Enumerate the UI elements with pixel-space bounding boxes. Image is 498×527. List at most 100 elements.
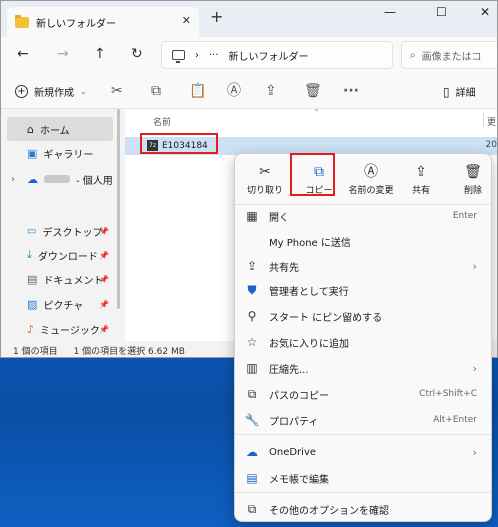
menu-item-show-more-options[interactable]: ⧉ その他のオプションを確認 — [243, 497, 483, 521]
menu-item-open[interactable]: ▦ 開く Enter — [243, 204, 483, 228]
action-label: 共有 — [411, 185, 430, 196]
gallery-icon: ▣ — [27, 146, 38, 160]
column-separator[interactable] — [483, 113, 484, 127]
pin-icon: ⚲ — [247, 309, 257, 323]
rename-icon: Ⓐ — [364, 163, 378, 180]
tab-current-folder[interactable]: 新しいフォルダー ✕ — [7, 7, 199, 37]
trash-icon: 🗑 — [464, 163, 482, 180]
menu-item-compress-to[interactable]: ▥ 圧縮先... › — [243, 356, 483, 380]
plus-circle-icon: + — [15, 85, 28, 98]
more-options-icon: ⧉ — [247, 502, 257, 516]
nav-item-label: ホーム — [39, 125, 70, 137]
back-arrow-icon[interactable]: ← — [17, 47, 29, 61]
tab-close-button[interactable]: ✕ — [182, 14, 191, 27]
onedrive-icon: ☁ — [246, 445, 258, 459]
nav-item-label: ギャラリー — [43, 149, 94, 161]
file-highlight-box — [140, 133, 218, 154]
status-item-count: 1 個の項目 — [13, 346, 58, 357]
shield-icon: ⛊ — [247, 283, 257, 297]
breadcrumb-more[interactable]: ··· — [209, 50, 219, 61]
pin-icon[interactable]: 📌 — [99, 251, 109, 260]
nav-item-label: ミュージック — [40, 325, 100, 337]
menu-item-send-to-phone[interactable]: My Phone に送信 — [243, 229, 483, 253]
nav-item-pictures[interactable]: ▨ ピクチャ 📌 — [7, 292, 113, 316]
nav-item-onedrive[interactable]: › ☁ - 個人用 — [7, 167, 113, 191]
menu-item-run-as-admin[interactable]: ⛊ 管理者として実行 — [243, 278, 483, 302]
share-icon[interactable]: ⇪ — [265, 83, 277, 99]
expand-chevron-icon[interactable]: › — [11, 174, 15, 185]
share-to-icon: ⇪ — [246, 259, 258, 273]
open-icon: ▦ — [246, 209, 258, 223]
menu-item-label: 圧縮先... — [269, 364, 309, 376]
action-rename-button[interactable]: Ⓐ 名前の変更 — [343, 158, 399, 202]
document-icon: ▤ — [27, 272, 38, 286]
menu-item-label: パスのコピー — [269, 390, 329, 402]
monitor-icon — [172, 50, 185, 63]
up-arrow-icon[interactable]: ↑ — [94, 47, 106, 61]
pin-icon[interactable]: 📌 — [99, 227, 109, 236]
column-header-date[interactable]: 更 — [487, 115, 496, 128]
breadcrumb-chevron-icon[interactable]: › — [195, 50, 199, 61]
navigation-scrollbar[interactable] — [117, 109, 120, 309]
breadcrumb-current-folder[interactable]: 新しいフォルダー — [229, 48, 309, 63]
copy-icon[interactable]: ⧉ — [151, 83, 161, 99]
nav-item-downloads[interactable]: ⤓ ダウンロード 📌 — [7, 243, 113, 267]
menu-item-onedrive[interactable]: ☁ OneDrive › — [243, 440, 483, 464]
new-button[interactable]: + 新規作成 ⌄ — [15, 84, 87, 99]
refresh-icon[interactable]: ↻ — [131, 47, 143, 61]
more-options-button[interactable]: ··· — [343, 83, 359, 99]
search-box[interactable]: ⌕ 画像またはコ — [401, 41, 497, 69]
nav-item-documents[interactable]: ▤ ドキュメント 📌 — [7, 267, 113, 291]
forward-arrow-icon[interactable]: → — [57, 47, 69, 61]
menu-item-edit-in-notepad[interactable]: ▤ メモ帳で編集 — [243, 466, 483, 490]
home-icon: ⌂ — [27, 122, 34, 136]
details-label: 詳細 — [455, 88, 476, 99]
trash-icon[interactable]: 🗑 — [304, 83, 322, 99]
blurred-account-name — [44, 175, 70, 183]
cut-icon[interactable]: ✂ — [111, 83, 123, 99]
details-button[interactable]: ▯ 詳細 — [443, 84, 476, 100]
download-icon: ⤓ — [27, 248, 32, 261]
search-icon: ⌕ — [410, 49, 416, 61]
menu-item-copy-path[interactable]: ⧉ パスのコピー Ctrl+Shift+C — [243, 382, 483, 406]
menu-item-shortcut: Ctrl+Shift+C — [419, 389, 477, 399]
close-button[interactable]: ✕ — [480, 5, 490, 19]
sort-chevron-icon: ⌃ — [313, 108, 320, 117]
new-tab-button[interactable]: + — [210, 9, 223, 25]
share-icon: ⇪ — [415, 163, 427, 180]
submenu-arrow-icon: › — [472, 445, 477, 459]
command-bar: + 新規作成 ⌄ ✂ ⧉ 📋 Ⓐ ⇪ 🗑 ··· ▯ 詳細 — [1, 75, 497, 109]
nav-item-home[interactable]: ⌂ ホーム — [7, 117, 113, 141]
action-delete-button[interactable]: 🗑 削除 — [447, 158, 498, 202]
nav-item-desktop[interactable]: ▭ デスクトップ 📌 — [7, 219, 113, 243]
path-copy-icon: ⧉ — [247, 387, 257, 401]
menu-item-shortcut: Enter — [452, 211, 477, 221]
nav-item-label: デスクトップ — [42, 227, 103, 239]
address-bar[interactable]: › ··· 新しいフォルダー — [161, 41, 393, 69]
context-menu: ✂ 切り取り ⧉ コピー Ⓐ 名前の変更 ⇪ 共有 🗑 削除 ▦ 開く Ente… — [234, 153, 492, 522]
menu-item-share-to[interactable]: ⇪ 共有先 › — [243, 254, 483, 278]
menu-item-properties[interactable]: 🔧 プロパティ Alt+Enter — [243, 408, 483, 432]
menu-item-pin-to-start[interactable]: ⚲ スタート にピン留めする — [243, 304, 483, 328]
menu-item-shortcut: Alt+Enter — [433, 415, 477, 425]
menu-item-label: メモ帳で編集 — [269, 474, 329, 486]
chevron-down-icon: ⌄ — [80, 87, 87, 96]
rename-icon[interactable]: Ⓐ — [227, 83, 241, 99]
pin-icon[interactable]: 📌 — [99, 325, 109, 334]
nav-item-gallery[interactable]: ▣ ギャラリー — [7, 141, 113, 165]
minimize-button[interactable]: — — [384, 5, 396, 19]
nav-item-music[interactable]: ♪ ミュージック 📌 — [7, 317, 113, 341]
pin-icon[interactable]: 📌 — [99, 275, 109, 284]
pin-icon[interactable]: 📌 — [99, 300, 109, 309]
action-cut-button[interactable]: ✂ 切り取り — [239, 158, 291, 202]
action-share-button[interactable]: ⇪ 共有 — [395, 158, 447, 202]
submenu-arrow-icon: › — [472, 361, 477, 375]
desktop-icon: ▭ — [27, 225, 37, 237]
column-header-name[interactable]: 名前 — [153, 115, 171, 128]
maximize-button[interactable]: ☐ — [436, 5, 447, 19]
menu-item-add-to-favorites[interactable]: ☆ お気に入りに追加 — [243, 330, 483, 354]
nav-item-label: ドキュメント — [43, 275, 104, 287]
paste-icon[interactable]: 📋 — [189, 83, 206, 99]
menu-item-label: スタート にピン留めする — [269, 312, 383, 324]
menu-item-label: 開く — [269, 212, 289, 224]
